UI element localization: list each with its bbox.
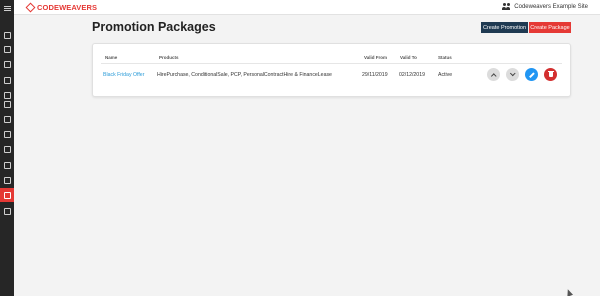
- package-products: HirePurchase, ConditionalSale, PCP, Pers…: [157, 72, 332, 78]
- brand-name: CODEWEAVERS: [37, 3, 98, 12]
- site-selector[interactable]: Codeweavers Example Site: [502, 3, 588, 10]
- sidebar-item-tags[interactable]: [0, 98, 14, 110]
- checklist-icon: [3, 161, 11, 169]
- sidebar-item-reports[interactable]: [0, 43, 14, 55]
- create-promotion-button[interactable]: Create Promotion: [481, 22, 528, 33]
- sidebar-item-pricing[interactable]: [0, 74, 14, 86]
- sidebar-item-filters[interactable]: [0, 143, 14, 155]
- top-header: CODEWEAVERS Codeweavers Example Site: [0, 0, 600, 15]
- person-icon: [3, 176, 11, 184]
- documents-icon: [3, 130, 11, 138]
- header-divider: [101, 63, 562, 64]
- column-header-valid-from: Valid From: [364, 55, 388, 60]
- reports-icon: [3, 45, 11, 53]
- package-valid-from: 29/11/2019: [362, 72, 388, 78]
- column-header-products: Products: [159, 55, 179, 60]
- tag-icon: [3, 100, 11, 108]
- package-valid-to: 02/12/2019: [399, 72, 425, 78]
- car-icon: [3, 60, 11, 68]
- edit-icon: [528, 71, 535, 78]
- sidebar: [0, 0, 14, 296]
- sidebar-item-documents[interactable]: [0, 128, 14, 140]
- dashboard-icon: [3, 31, 11, 39]
- sidebar-item-menu-toggle[interactable]: [0, 2, 14, 14]
- package-status: Active: [438, 72, 453, 78]
- mouse-cursor: [564, 288, 574, 296]
- sidebar-item-dashboard[interactable]: [0, 29, 14, 41]
- hamburger-icon: [3, 5, 11, 11]
- package-name-link[interactable]: Black Friday Offer: [103, 72, 144, 78]
- brand-logo[interactable]: CODEWEAVERS: [26, 3, 97, 12]
- sidebar-item-people[interactable]: [0, 174, 14, 186]
- price-icon: [3, 76, 11, 84]
- sidebar-item-packages[interactable]: [0, 205, 14, 217]
- packages-table: Name Products Valid From Valid To Status…: [92, 43, 571, 97]
- sidebar-item-feeds[interactable]: [0, 113, 14, 125]
- sidebar-item-vehicles[interactable]: [0, 58, 14, 70]
- column-header-valid-to: Valid To: [400, 55, 417, 60]
- create-package-button[interactable]: Create Package: [529, 22, 571, 33]
- rss-icon: [3, 115, 11, 123]
- promotion-icon: [3, 191, 11, 199]
- move-down-button[interactable]: [506, 68, 519, 81]
- page-title: Promotion Packages: [92, 20, 216, 34]
- move-down-icon: [510, 71, 515, 76]
- site-name: Codeweavers Example Site: [514, 3, 588, 10]
- codeweavers-logo-icon: [26, 3, 35, 12]
- sidebar-item-promotions[interactable]: [0, 188, 14, 202]
- move-up-icon: [491, 73, 496, 78]
- column-header-name: Name: [105, 55, 118, 60]
- move-up-button[interactable]: [487, 68, 500, 81]
- delete-icon: [547, 70, 554, 77]
- filter-icon: [3, 145, 11, 153]
- column-header-status: Status: [438, 55, 452, 60]
- edit-button[interactable]: [525, 68, 538, 81]
- users-icon: [502, 3, 511, 10]
- packages-icon: [3, 207, 11, 215]
- sidebar-item-checklists[interactable]: [0, 159, 14, 171]
- delete-button[interactable]: [544, 68, 557, 81]
